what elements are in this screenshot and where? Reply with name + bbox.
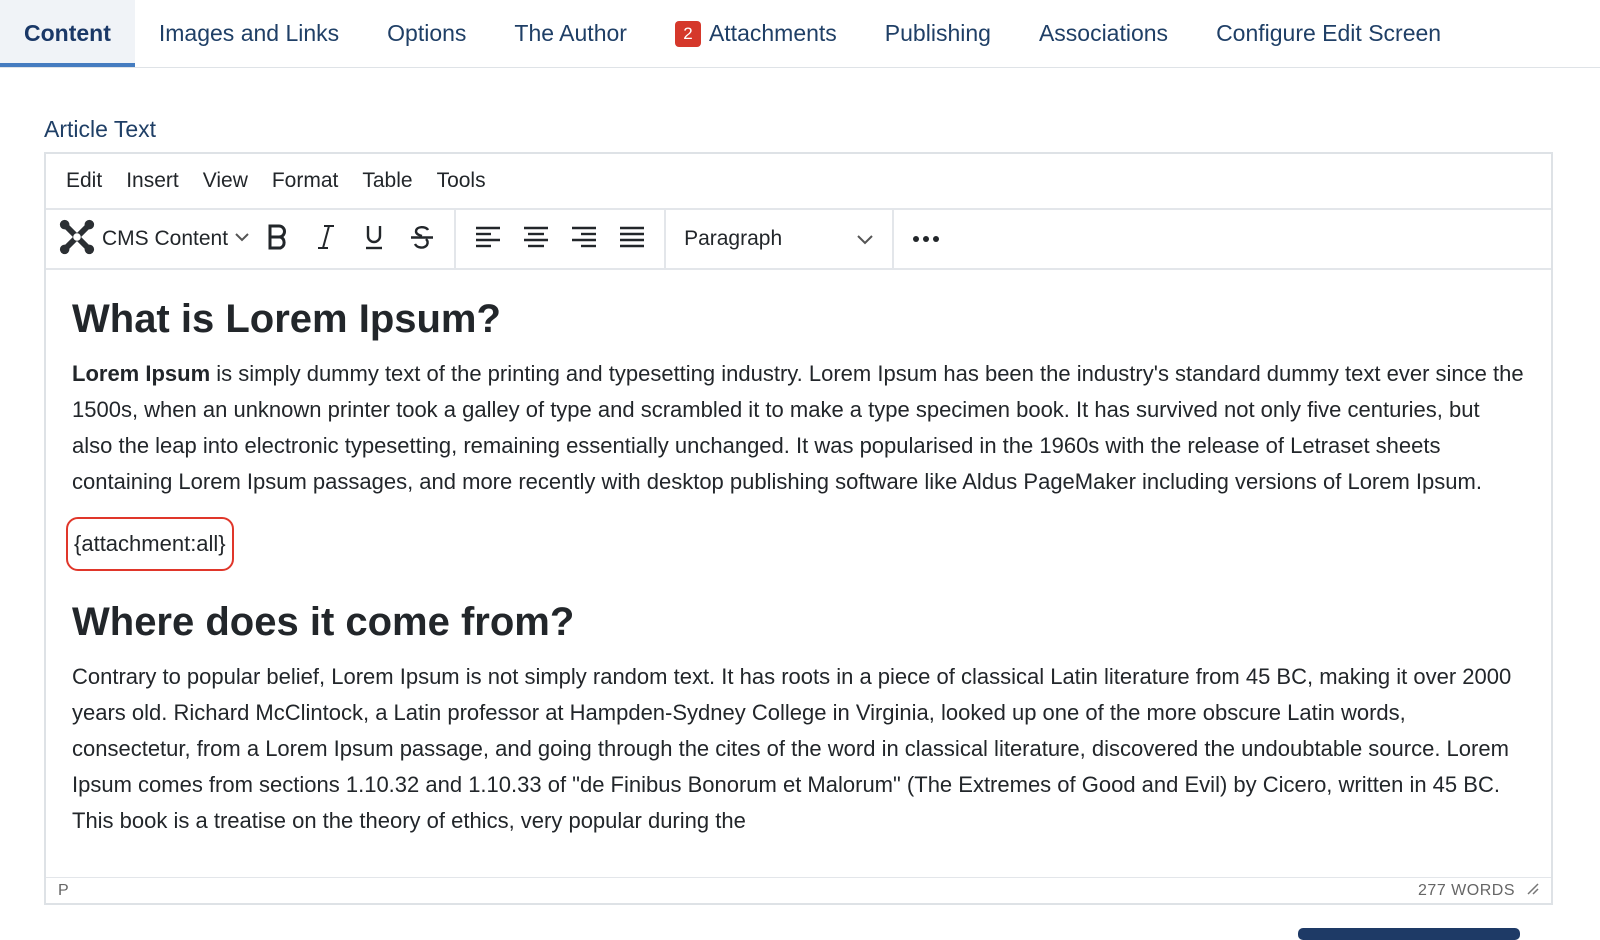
attachment-shortcode: {attachment:all} — [66, 517, 234, 571]
partially-visible-button[interactable] — [1298, 928, 1520, 940]
resize-handle-icon[interactable] — [1525, 881, 1539, 900]
tab-images-and-links[interactable]: Images and Links — [135, 0, 363, 67]
editor-content-area[interactable]: What is Lorem Ipsum? Lorem Ipsum is simp… — [46, 270, 1551, 866]
article-text-label: Article Text — [44, 116, 157, 142]
bold-button[interactable] — [254, 217, 302, 261]
tab-label: Options — [387, 20, 467, 46]
menu-tools[interactable]: Tools — [425, 169, 498, 193]
content-heading-2: Where does it come from? — [72, 600, 575, 644]
bold-text: Lorem Ipsum — [72, 361, 211, 386]
align-left-icon — [475, 226, 501, 253]
toolbar-group-align — [456, 210, 667, 268]
tab-label: Content — [24, 20, 111, 46]
tab-associations[interactable]: Associations — [1015, 0, 1192, 67]
strikethrough-icon — [409, 224, 435, 255]
content-paragraph-2: Contrary to popular belief, Lorem Ipsum … — [72, 664, 1512, 833]
tab-configure-edit-screen[interactable]: Configure Edit Screen — [1192, 0, 1465, 67]
tab-bar: Content Images and Links Options The Aut… — [0, 0, 1600, 68]
tab-label: Configure Edit Screen — [1216, 20, 1442, 46]
toolbar-group-cms: CMS Content — [46, 210, 457, 268]
chevron-down-icon — [856, 227, 874, 251]
tab-publishing[interactable]: Publishing — [861, 0, 1015, 67]
tab-label: Associations — [1038, 20, 1169, 46]
chevron-down-icon — [234, 230, 250, 248]
content-heading-1: What is Lorem Ipsum? — [72, 297, 501, 341]
justify-button[interactable] — [608, 217, 656, 261]
tab-the-author[interactable]: The Author — [490, 0, 651, 67]
rich-text-editor: Edit Insert View Format Table Tools CMS … — [44, 152, 1553, 905]
attachments-count-badge: 2 — [674, 20, 701, 47]
menu-view[interactable]: View — [191, 169, 260, 193]
tab-attachments[interactable]: 2 Attachments — [651, 0, 861, 67]
editor-statusbar: P 277 WORDS — [46, 877, 1551, 903]
more-icon — [912, 230, 940, 248]
joomla-icon — [58, 218, 96, 261]
italic-icon — [315, 224, 337, 255]
tab-options[interactable]: Options — [363, 0, 490, 67]
align-right-icon — [571, 226, 597, 253]
tab-label: Attachments — [708, 20, 837, 46]
paragraph-text: is simply dummy text of the printing and… — [72, 361, 1524, 494]
align-center-icon — [523, 226, 549, 253]
cms-content-button[interactable]: CMS Content — [54, 217, 254, 261]
toolbar-group-more — [894, 210, 958, 268]
tab-label: The Author — [514, 20, 627, 46]
block-format-select[interactable]: Paragraph — [674, 217, 884, 261]
underline-icon — [363, 224, 385, 255]
underline-button[interactable] — [350, 217, 398, 261]
tab-label: Publishing — [884, 20, 991, 46]
word-count[interactable]: 277 WORDS — [1418, 882, 1515, 900]
menu-table[interactable]: Table — [350, 169, 424, 193]
element-path[interactable]: P — [58, 882, 69, 900]
tab-content[interactable]: Content — [0, 0, 135, 67]
align-left-button[interactable] — [464, 217, 512, 261]
justify-icon — [619, 226, 645, 253]
toolbar-group-format: Paragraph — [666, 210, 895, 268]
block-format-value: Paragraph — [684, 227, 783, 250]
menu-edit[interactable]: Edit — [54, 169, 114, 193]
content-paragraph-1: Lorem Ipsum is simply dummy text of the … — [72, 356, 1525, 500]
italic-button[interactable] — [302, 217, 350, 261]
align-right-button[interactable] — [560, 217, 608, 261]
menu-format[interactable]: Format — [260, 169, 351, 193]
editor-toolbar: CMS Content Paragraph — [46, 210, 1551, 270]
menu-insert[interactable]: Insert — [114, 169, 191, 193]
cms-content-label: CMS Content — [102, 227, 229, 250]
more-button[interactable] — [902, 217, 950, 261]
editor-menubar: Edit Insert View Format Table Tools — [46, 154, 1551, 210]
strikethrough-button[interactable] — [398, 217, 446, 261]
bold-icon — [267, 224, 289, 255]
tab-label: Images and Links — [158, 20, 340, 46]
align-center-button[interactable] — [512, 217, 560, 261]
